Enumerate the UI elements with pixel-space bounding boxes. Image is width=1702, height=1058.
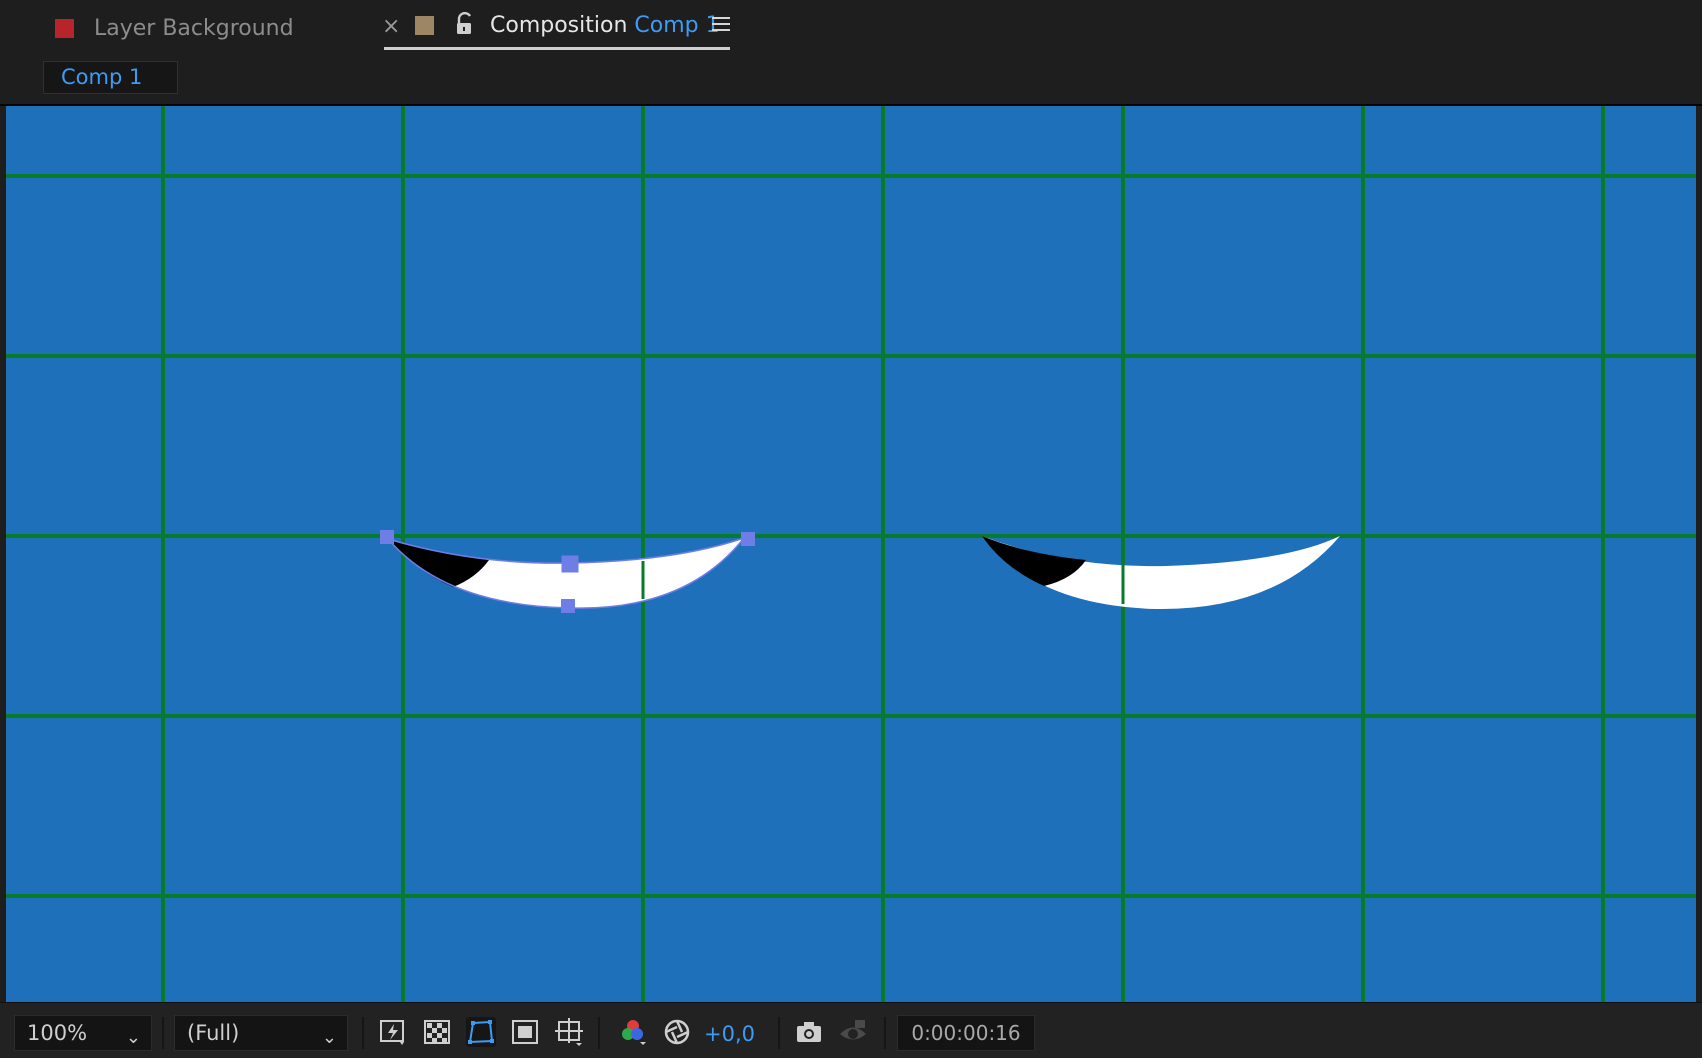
mask-vertex-handle[interactable] (741, 532, 755, 546)
viewer-toolbar: 100% ⌄ (Full) ⌄ +0,0 0:00:00:16 (0, 1002, 1702, 1058)
composition-color-swatch (415, 16, 434, 35)
current-time-display[interactable]: 0:00:00:16 (897, 1015, 1035, 1051)
region-of-interest-icon[interactable] (510, 1017, 540, 1047)
toolbar-divider (598, 1017, 600, 1049)
viewer-canvas (6, 106, 1696, 1002)
exposure-value[interactable]: +0,0 (704, 1022, 755, 1046)
toolbar-divider (162, 1017, 164, 1049)
fast-previews-icon[interactable] (378, 1017, 408, 1047)
layer-color-swatch (55, 18, 74, 38)
chevron-down-icon: ⌄ (321, 1027, 337, 1048)
resolution-value: (Full) (187, 1021, 240, 1045)
panel-tab-bar: Layer Background × Composition Comp 1 (0, 0, 1702, 56)
show-snapshot-icon[interactable] (838, 1017, 868, 1047)
composition-tab-prefix: Composition (490, 13, 628, 38)
mask-vertex-handle[interactable] (561, 555, 579, 573)
composition-viewer[interactable] (6, 106, 1696, 1002)
snapshot-icon[interactable] (794, 1017, 824, 1047)
breadcrumb-bar (0, 56, 1702, 104)
transparency-grid-icon[interactable] (422, 1017, 452, 1047)
composition-tab[interactable]: Composition Comp 1 (490, 13, 720, 38)
magnification-dropdown[interactable]: 100% ⌄ (14, 1015, 152, 1051)
toolbar-divider (362, 1017, 364, 1049)
breadcrumb-comp[interactable]: Comp 1 (43, 61, 178, 94)
layer-tab-label: Layer Background (94, 15, 294, 41)
unlock-icon[interactable] (454, 12, 476, 38)
composition-tab-name: Comp 1 (634, 13, 720, 38)
mask-vertex-handle[interactable] (561, 599, 575, 613)
grid-overlay (6, 106, 1696, 1002)
grid-guides-icon[interactable] (554, 1017, 584, 1047)
left-eye-shape[interactable] (380, 530, 755, 613)
color-channels-icon[interactable] (618, 1017, 648, 1047)
toolbar-divider (778, 1017, 780, 1049)
chevron-down-icon: ⌄ (125, 1027, 141, 1048)
layer-background-tab[interactable]: Layer Background (55, 0, 294, 56)
close-tab-icon[interactable]: × (382, 14, 400, 39)
resolution-dropdown[interactable]: (Full) ⌄ (174, 1015, 348, 1051)
active-tab-underline (384, 47, 730, 50)
exposure-icon[interactable] (662, 1017, 692, 1047)
panel-menu-icon[interactable] (712, 17, 730, 33)
magnification-value: 100% (27, 1021, 88, 1045)
mask-path-visibility-icon[interactable] (466, 1017, 496, 1047)
right-eye-shape[interactable] (982, 536, 1340, 610)
mask-vertex-handle[interactable] (380, 530, 394, 544)
toolbar-divider (884, 1017, 886, 1049)
